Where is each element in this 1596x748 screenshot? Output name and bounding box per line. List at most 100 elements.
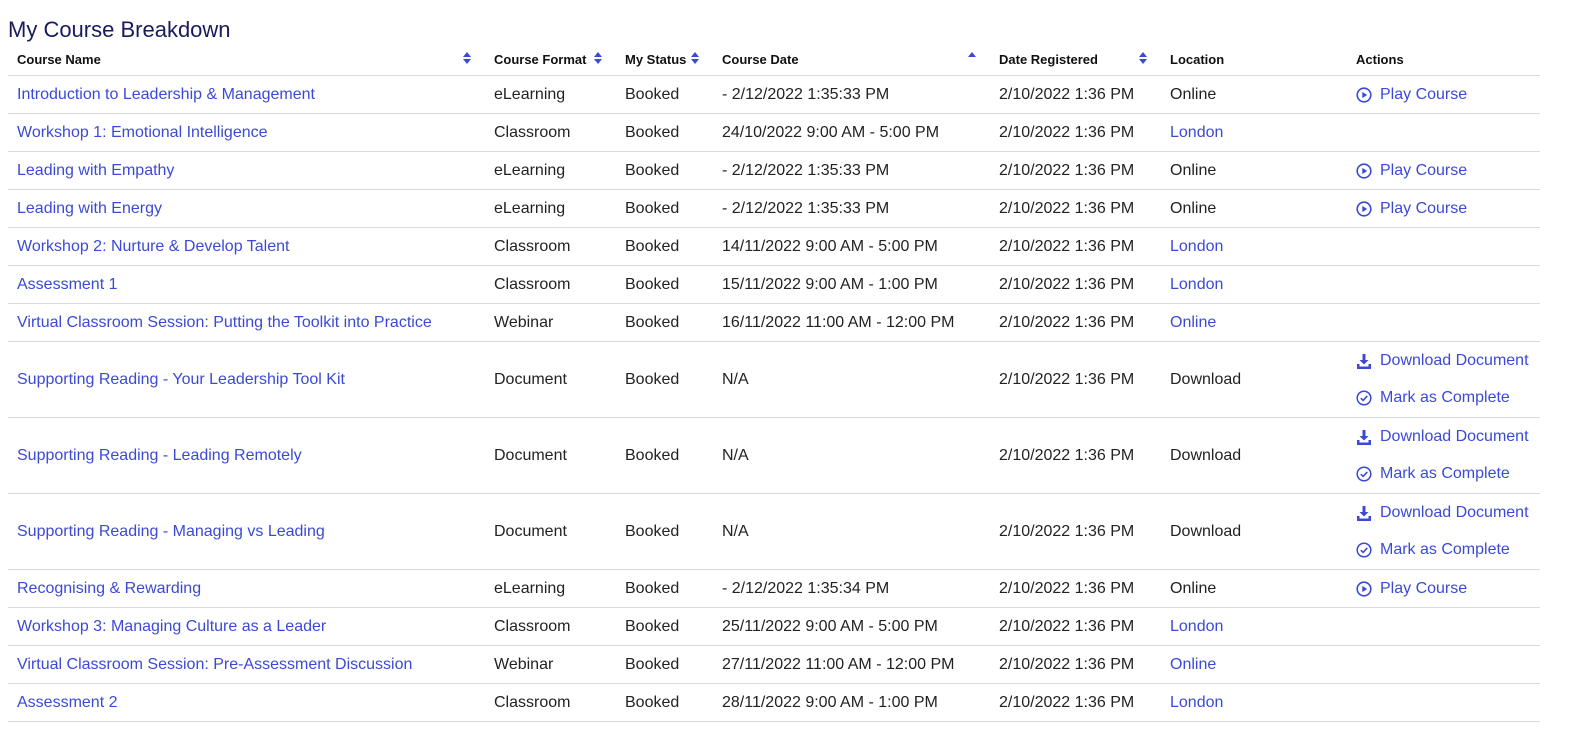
download-document-button[interactable]: Download Document xyxy=(1356,419,1540,456)
course-format-cell: Webinar xyxy=(485,303,616,342)
play-course-button[interactable]: Play Course xyxy=(1356,190,1540,227)
sort-ascending-icon[interactable] xyxy=(968,52,976,64)
location-link[interactable]: Online xyxy=(1170,314,1216,331)
course-name-link[interactable]: Assessment 1 xyxy=(17,276,117,293)
mark-complete-button[interactable]: Mark as Complete xyxy=(1356,532,1540,569)
course-format-cell: eLearning xyxy=(485,189,616,228)
date-registered: 2/10/2022 1:36 PM xyxy=(999,579,1135,597)
location-link[interactable]: London xyxy=(1170,694,1223,711)
course-name-link[interactable]: Supporting Reading - Managing vs Leading xyxy=(17,523,325,540)
course-format: Classroom xyxy=(494,693,571,711)
course-status-cell: Booked xyxy=(616,607,713,646)
course-status: Booked xyxy=(625,655,680,673)
table-row: Workshop 1: Emotional Intelligence Classr… xyxy=(8,113,1540,152)
course-date: - 2/12/2022 1:35:33 PM xyxy=(722,85,890,103)
course-name-link-cell: Supporting Reading - Your Leadership Too… xyxy=(8,341,485,418)
course-status-cell: Booked xyxy=(616,303,713,342)
download-document-button[interactable]: Download Document xyxy=(1356,343,1540,380)
course-format-cell: Classroom xyxy=(485,607,616,646)
course-date: 24/10/2022 9:00 AM - 5:00 PM xyxy=(722,123,940,141)
actions-group: Download Document Mark as Complete xyxy=(1356,495,1540,569)
date-registered-cell: 2/10/2022 1:36 PM xyxy=(990,607,1161,646)
header-date-registered[interactable]: Date Registered xyxy=(990,44,1161,76)
download-document-button[interactable]: Download Document xyxy=(1356,495,1540,532)
sort-both-icon[interactable] xyxy=(1139,52,1147,64)
course-name-link[interactable]: Recognising & Rewarding xyxy=(17,580,201,597)
course-date-cell: N/A xyxy=(713,417,990,494)
location-cell: Download xyxy=(1161,493,1347,570)
table-row: Virtual Classroom Session: Pre-Assessmen… xyxy=(8,645,1540,684)
course-date: 28/11/2022 9:00 AM - 1:00 PM xyxy=(722,693,938,711)
actions-cell: Play Course xyxy=(1347,75,1540,114)
location-link[interactable]: London xyxy=(1170,276,1223,293)
course-name-link[interactable]: Supporting Reading - Your Leadership Too… xyxy=(17,371,345,388)
course-date: N/A xyxy=(722,522,749,540)
header-course-format-label: Course Format xyxy=(494,52,587,67)
course-format-cell: Document xyxy=(485,417,616,494)
mark-complete-button[interactable]: Mark as Complete xyxy=(1356,456,1540,493)
mark-complete-label: Mark as Complete xyxy=(1380,465,1510,482)
play-course-label: Play Course xyxy=(1380,199,1468,217)
course-date-cell: - 2/12/2022 1:35:34 PM xyxy=(713,569,990,608)
course-date-cell: N/A xyxy=(713,341,990,418)
course-name-link[interactable]: Leading with Energy xyxy=(17,200,162,217)
course-date: 15/11/2022 9:00 AM - 1:00 PM xyxy=(722,275,938,293)
course-name-link[interactable]: Introduction to Leadership & Management xyxy=(17,86,315,103)
header-my-status-label: My Status xyxy=(625,52,687,67)
course-format-cell: Classroom xyxy=(485,683,616,722)
course-name-link-cell: Virtual Classroom Session: Pre-Assessmen… xyxy=(8,645,485,684)
location-link[interactable]: Online xyxy=(1170,656,1216,673)
sort-both-icon[interactable] xyxy=(463,52,471,64)
course-status-cell: Booked xyxy=(616,683,713,722)
play-course-button[interactable]: Play Course xyxy=(1356,76,1540,113)
mark-complete-button[interactable]: Mark as Complete xyxy=(1356,380,1540,417)
table-row: Assessment 2 Classroom Booked 28/11/2022 9:… xyxy=(8,683,1540,722)
course-name-link[interactable]: Workshop 2: Nurture & Develop Talent xyxy=(17,238,289,255)
actions-cell xyxy=(1347,227,1540,266)
location-link[interactable]: London xyxy=(1170,238,1223,255)
course-name-link[interactable]: Supporting Reading - Leading Remotely xyxy=(17,447,302,464)
date-registered-cell: 2/10/2022 1:36 PM xyxy=(990,493,1161,570)
actions-cell xyxy=(1347,607,1540,646)
location-cell: Online xyxy=(1161,189,1347,228)
actions-group: Play Course xyxy=(1356,152,1540,189)
location-link[interactable]: London xyxy=(1170,618,1223,635)
date-registered: 2/10/2022 1:36 PM xyxy=(999,446,1135,464)
header-course-name[interactable]: Course Name xyxy=(8,44,485,76)
course-name-link[interactable]: Virtual Classroom Session: Putting the T… xyxy=(17,314,432,331)
play-circle-icon xyxy=(1356,580,1372,597)
check-circle-icon xyxy=(1356,390,1372,406)
date-registered: 2/10/2022 1:36 PM xyxy=(999,85,1135,103)
course-name-link[interactable]: Assessment 2 xyxy=(17,694,117,711)
header-my-status[interactable]: My Status xyxy=(616,44,713,76)
course-format: Document xyxy=(494,370,567,388)
mark-complete-label: Mark as Complete xyxy=(1380,541,1510,558)
download-document-label: Download Document xyxy=(1380,352,1529,369)
course-status: Booked xyxy=(625,237,680,255)
play-course-button[interactable]: Play Course xyxy=(1356,152,1540,189)
course-name-link[interactable]: Leading with Empathy xyxy=(17,162,174,179)
course-status-cell: Booked xyxy=(616,493,713,570)
play-circle-icon xyxy=(1356,162,1372,179)
header-course-format[interactable]: Course Format xyxy=(485,44,616,76)
course-name-link[interactable]: Workshop 3: Managing Culture as a Leader xyxy=(17,618,326,635)
course-name-link[interactable]: Virtual Classroom Session: Pre-Assessmen… xyxy=(17,656,412,673)
actions-cell xyxy=(1347,645,1540,684)
location-link[interactable]: London xyxy=(1170,124,1223,141)
sort-both-icon[interactable] xyxy=(594,52,602,64)
header-course-date[interactable]: Course Date xyxy=(713,44,990,76)
course-status: Booked xyxy=(625,693,680,711)
table-row: Introduction to Leadership & Management e… xyxy=(8,75,1540,114)
course-name-link[interactable]: Workshop 1: Emotional Intelligence xyxy=(17,124,268,141)
sort-both-icon[interactable] xyxy=(691,52,699,64)
table-row: Supporting Reading - Managing vs Leading… xyxy=(8,493,1540,570)
actions-cell: Download Document Mark as Complete xyxy=(1347,493,1540,570)
course-breakdown-table: Course Name Course Format My Status Cour… xyxy=(8,44,1540,722)
date-registered-cell: 2/10/2022 1:36 PM xyxy=(990,113,1161,152)
location-link-cell: London xyxy=(1161,265,1347,304)
course-name-link-cell: Introduction to Leadership & Management xyxy=(8,75,485,114)
play-course-button[interactable]: Play Course xyxy=(1356,570,1540,607)
location-link-cell: Online xyxy=(1161,645,1347,684)
location-link-cell: London xyxy=(1161,683,1347,722)
course-date: 14/11/2022 9:00 AM - 5:00 PM xyxy=(722,237,938,255)
